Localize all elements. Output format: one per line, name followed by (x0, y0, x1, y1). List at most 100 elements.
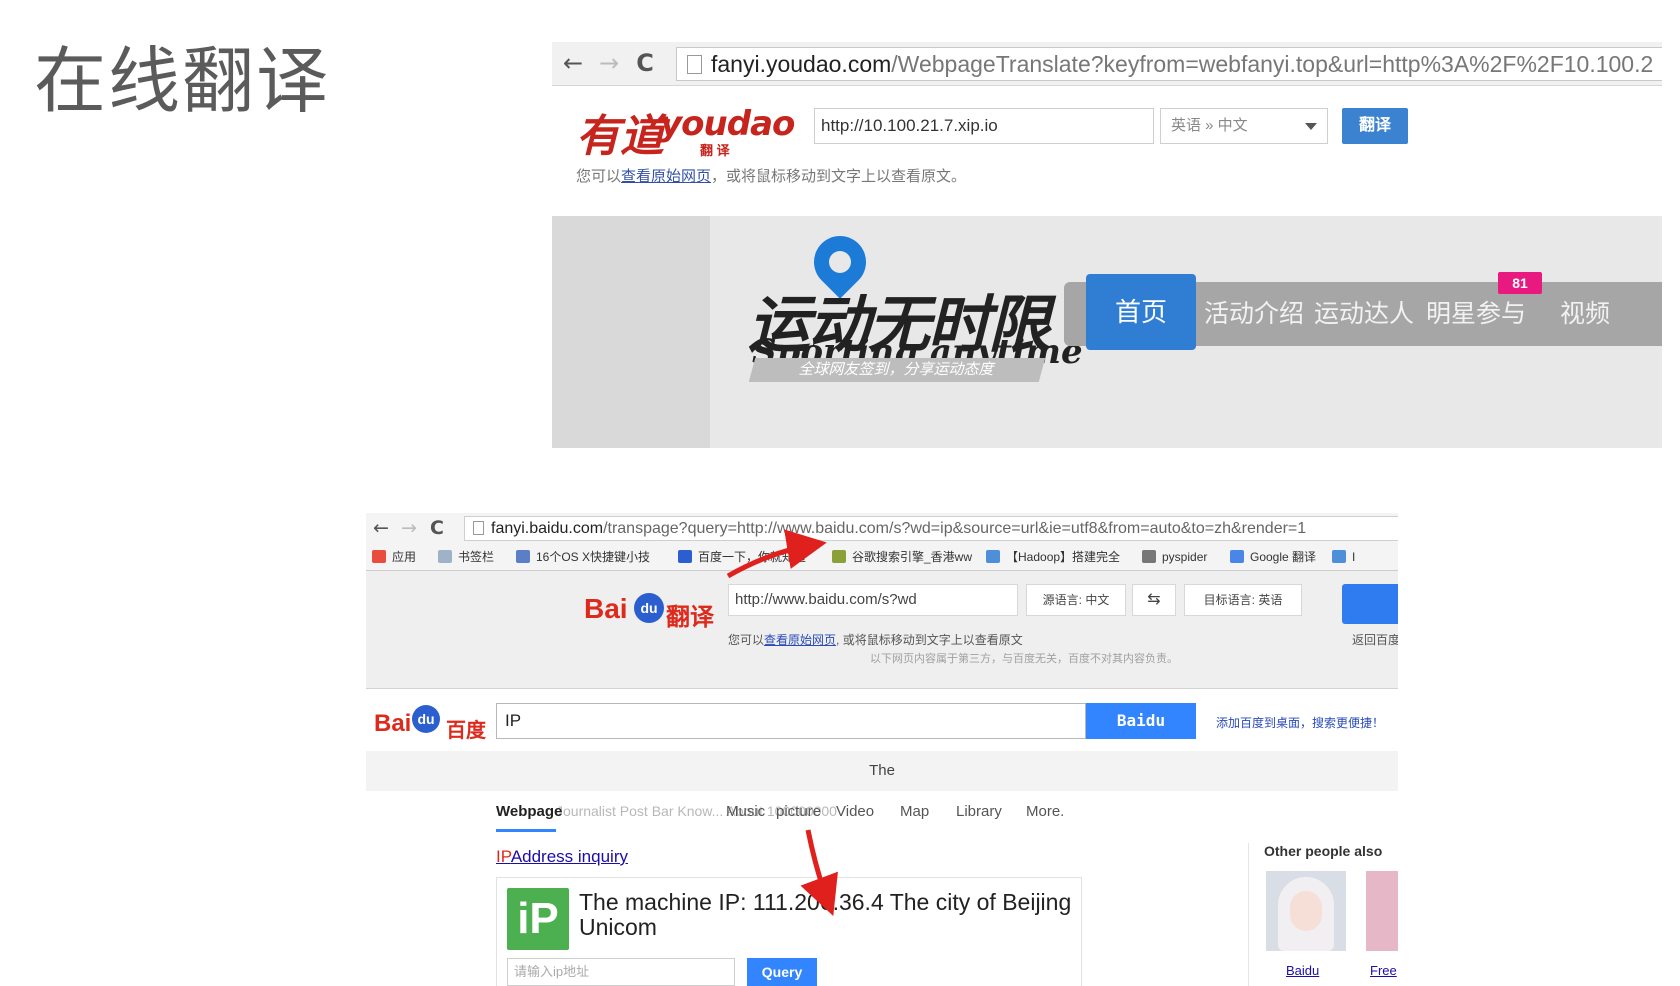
bookmark-folder[interactable]: 书签栏 (438, 549, 494, 566)
tab-picture[interactable]: picture (776, 803, 821, 820)
banner-slogan: 全球网友签到，分享运动态度 (748, 358, 1046, 382)
ip-result-text: The machine IP: 111.206.36.4 The city of… (579, 889, 1072, 940)
hint-text: 您可以查看原始网页，或将鼠标移动到文字上以查看原文。 (576, 165, 966, 186)
baidu-translate-logo: Bai (584, 593, 628, 625)
bookmark-label: 16个OS X快捷键小技 (536, 550, 651, 564)
browser-toolbar: ← → C fanyi.baidu.com/transpage?query=ht… (366, 513, 1398, 544)
forward-arrow-icon[interactable]: → (596, 50, 622, 76)
bookmark-baidu[interactable]: 百度一下，你就知道 (678, 549, 806, 566)
reload-icon[interactable]: C (632, 50, 658, 76)
bookmark-icon (1142, 550, 1156, 563)
reload-icon[interactable]: C (426, 516, 448, 540)
bookmark-icon (832, 550, 846, 563)
bookmark-icon (1332, 550, 1346, 563)
paw-icon (678, 550, 692, 563)
bookmark-google-translate[interactable]: Google 翻译 (1230, 549, 1316, 566)
page-icon (473, 521, 484, 535)
baidu-logo-cn: 百度 (446, 720, 486, 742)
bookmark-osx[interactable]: 16个OS X快捷键小技 (516, 549, 650, 566)
swap-icon[interactable]: ⇆ (1132, 584, 1176, 616)
search-button[interactable]: Baidu Search (1086, 703, 1196, 766)
tab-music[interactable]: Music (726, 803, 765, 820)
count-badge: 81 (1498, 272, 1542, 294)
view-original-link[interactable]: 查看原始网页 (764, 633, 836, 647)
ip-address-input[interactable]: 请输入ip地址 (507, 958, 735, 986)
address-host: fanyi.baidu.com (491, 520, 604, 537)
translate-button[interactable] (1342, 584, 1398, 624)
result-title-link[interactable]: IPAddress inquiry (496, 847, 628, 867)
tab-webpage[interactable]: Webpage (496, 803, 562, 820)
nav-video[interactable]: 视频 (1560, 296, 1610, 332)
address-path: /WebpageTranslate?keyfrom=webfanyi.top&u… (891, 51, 1654, 77)
active-tab-indicator (496, 829, 556, 832)
baidu-logo: Bai (374, 710, 412, 737)
related-person-link[interactable]: Baidu (1286, 963, 1319, 978)
back-arrow-icon[interactable]: ← (560, 50, 586, 76)
nav-stars[interactable]: 明星参与 (1426, 296, 1526, 332)
address-host: fanyi.youdao.com (711, 51, 892, 77)
folder-icon (438, 550, 452, 563)
chevron-down-icon (1305, 123, 1317, 130)
related-person-image[interactable] (1366, 871, 1398, 951)
add-to-desktop-link[interactable]: 添加百度到桌面，搜索更便捷！ (1216, 714, 1384, 731)
logo-text: Bai (584, 593, 628, 624)
tab-video[interactable]: Video (836, 803, 874, 820)
slide-title: 在线翻译 (34, 39, 331, 123)
ip-icon: iP (507, 888, 569, 950)
nav-home[interactable]: 首页 (1086, 274, 1196, 350)
baidu-translate-logo-cn: 翻译 (666, 604, 714, 631)
translate-button[interactable]: 翻译 (1342, 108, 1408, 144)
bookmark-label: 书签栏 (458, 550, 495, 564)
hint-prefix: 您可以 (576, 167, 622, 185)
result-title-text: Address inquiry (510, 847, 628, 866)
related-title: Other people also (1264, 843, 1383, 859)
related-person-image[interactable] (1266, 871, 1346, 951)
bookmark-label: 谷歌搜索引擎_香港ww (852, 550, 973, 564)
youdao-logo-en: youdao (660, 104, 795, 144)
back-arrow-icon[interactable]: ← (370, 516, 392, 540)
bookmark-pyspider[interactable]: pyspider (1142, 549, 1207, 566)
target-language-select[interactable]: 目标语言: 英语 (1184, 584, 1302, 616)
bookmark-hadoop[interactable]: 【Hadoop】搭建完全 (986, 549, 1120, 566)
bookmarks-bar: 应用 书签栏 16个OS X快捷键小技 百度一下，你就知道 谷歌搜索引擎_香港w… (366, 544, 1398, 571)
bookmark-label: 【Hadoop】搭建完全 (1006, 550, 1121, 564)
bookmark-label: 应用 (392, 550, 417, 564)
forward-arrow-icon[interactable]: → (398, 516, 420, 540)
address-bar[interactable]: fanyi.baidu.com/transpage?query=http://w… (464, 516, 1398, 541)
bookmark-google[interactable]: 谷歌搜索引擎_香港ww (832, 549, 972, 566)
browser-toolbar: ← → C fanyi.youdao.com/WebpageTranslate?… (552, 42, 1662, 86)
nav-experts[interactable]: 运动达人 (1314, 296, 1414, 332)
result-title-highlight: IP (496, 847, 511, 866)
source-language-select[interactable]: 源语言: 中文 (1026, 584, 1126, 616)
url-input[interactable]: http://10.100.21.7.xip.io (814, 108, 1154, 144)
bookmark-label: pyspider (1162, 550, 1208, 564)
disclaimer-text: 以下网页内容属于第三方，与百度无关，百度不对其内容负责。 (870, 653, 1178, 665)
address-bar[interactable]: fanyi.youdao.com/WebpageTranslate?keyfro… (676, 47, 1662, 81)
tab-more[interactable]: More. (1026, 803, 1064, 820)
view-original-link[interactable]: 查看原始网页 (621, 167, 711, 185)
query-button[interactable]: Query (747, 958, 817, 986)
nav-activity[interactable]: 活动介绍 (1204, 296, 1304, 332)
bookmark-icon (516, 550, 530, 563)
related-person-link[interactable]: Free (1370, 963, 1397, 978)
youdao-logo-sub: 翻 译 (700, 143, 730, 158)
bookmark-more[interactable]: I (1332, 549, 1355, 566)
apps-grid-icon (372, 550, 386, 563)
translate-icon (1230, 550, 1244, 563)
bookmark-apps[interactable]: 应用 (372, 549, 416, 566)
search-input[interactable]: IP (496, 703, 1086, 739)
back-to-baidu-link[interactable]: 返回百度 (1352, 631, 1398, 648)
translate-bar: Bai du 翻译 http://www.baidu.com/s?wd 源语言:… (366, 571, 1398, 689)
page-icon (687, 55, 702, 74)
site-banner: 运动无时限 Sporting anytime 全球网友签到，分享运动态度 首页 … (552, 216, 1662, 448)
youdao-logo-cn: 有道 (576, 111, 664, 162)
tab-library[interactable]: Library (956, 803, 1002, 820)
bookmark-label: 百度一下，你就知道 (698, 550, 807, 564)
hint-suffix: ，或将鼠标移动到文字上以查看原文。 (711, 167, 967, 185)
ip-result-card: iP The machine IP: 111.206.36.4 The city… (496, 877, 1082, 986)
baidu-screenshot: ← → C fanyi.baidu.com/transpage?query=ht… (366, 513, 1398, 986)
url-input[interactable]: http://www.baidu.com/s?wd (728, 584, 1018, 616)
language-select[interactable]: 英语 » 中文 (1160, 108, 1328, 144)
tab-map[interactable]: Map (900, 803, 929, 820)
translated-bar: The (366, 751, 1398, 791)
